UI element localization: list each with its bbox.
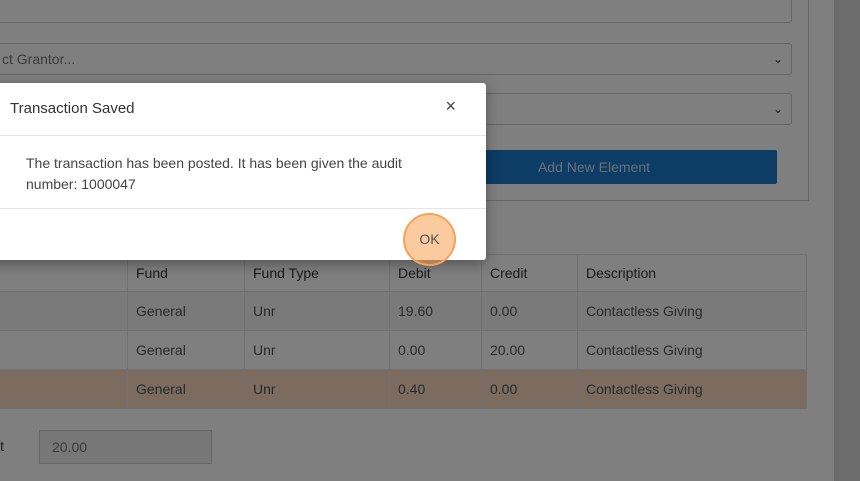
ok-button[interactable]: OK	[403, 213, 456, 266]
dialog-title: Transaction Saved	[10, 100, 135, 117]
close-icon[interactable]: ×	[445, 96, 456, 117]
dialog-message: The transaction has been posted. It has …	[26, 155, 402, 192]
dialog-header: Transaction Saved ×	[0, 83, 486, 136]
